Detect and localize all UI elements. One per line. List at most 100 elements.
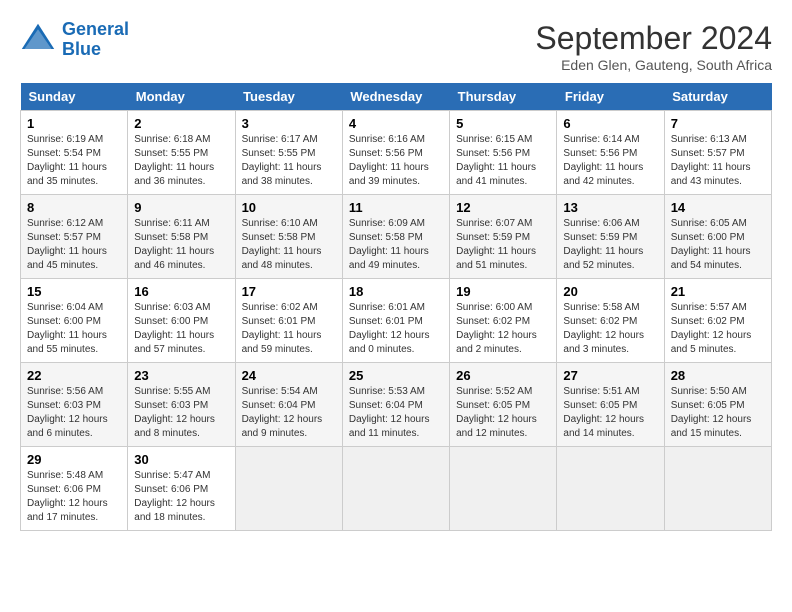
day-number: 9 (134, 200, 228, 215)
calendar-cell: 10 Sunrise: 6:10 AM Sunset: 5:58 PM Dayl… (235, 195, 342, 279)
calendar-week-4: 22 Sunrise: 5:56 AM Sunset: 6:03 PM Dayl… (21, 363, 772, 447)
day-number: 16 (134, 284, 228, 299)
day-info: Sunrise: 5:58 AM Sunset: 6:02 PM Dayligh… (563, 301, 657, 357)
day-number: 2 (134, 116, 228, 131)
day-info: Sunrise: 6:12 AM Sunset: 5:57 PM Dayligh… (27, 217, 121, 273)
day-info: Sunrise: 6:02 AM Sunset: 6:01 PM Dayligh… (242, 301, 336, 357)
day-info: Sunrise: 6:09 AM Sunset: 5:58 PM Dayligh… (349, 217, 443, 273)
calendar-cell: 28 Sunrise: 5:50 AM Sunset: 6:05 PM Dayl… (664, 363, 771, 447)
day-number: 17 (242, 284, 336, 299)
day-info: Sunrise: 6:06 AM Sunset: 5:59 PM Dayligh… (563, 217, 657, 273)
logo-line1: General (62, 19, 129, 39)
calendar-header: SundayMondayTuesdayWednesdayThursdayFrid… (21, 83, 772, 111)
calendar-cell (557, 447, 664, 531)
calendar-week-2: 8 Sunrise: 6:12 AM Sunset: 5:57 PM Dayli… (21, 195, 772, 279)
calendar-cell: 7 Sunrise: 6:13 AM Sunset: 5:57 PM Dayli… (664, 111, 771, 195)
calendar-week-5: 29 Sunrise: 5:48 AM Sunset: 6:06 PM Dayl… (21, 447, 772, 531)
calendar-cell: 17 Sunrise: 6:02 AM Sunset: 6:01 PM Dayl… (235, 279, 342, 363)
calendar-cell: 19 Sunrise: 6:00 AM Sunset: 6:02 PM Dayl… (450, 279, 557, 363)
day-info: Sunrise: 5:47 AM Sunset: 6:06 PM Dayligh… (134, 469, 228, 525)
logo-line2: Blue (62, 40, 129, 60)
day-info: Sunrise: 5:57 AM Sunset: 6:02 PM Dayligh… (671, 301, 765, 357)
day-number: 1 (27, 116, 121, 131)
calendar-cell: 15 Sunrise: 6:04 AM Sunset: 6:00 PM Dayl… (21, 279, 128, 363)
calendar-cell: 20 Sunrise: 5:58 AM Sunset: 6:02 PM Dayl… (557, 279, 664, 363)
calendar-week-3: 15 Sunrise: 6:04 AM Sunset: 6:00 PM Dayl… (21, 279, 772, 363)
day-info: Sunrise: 6:15 AM Sunset: 5:56 PM Dayligh… (456, 133, 550, 189)
day-info: Sunrise: 6:19 AM Sunset: 5:54 PM Dayligh… (27, 133, 121, 189)
calendar-cell: 12 Sunrise: 6:07 AM Sunset: 5:59 PM Dayl… (450, 195, 557, 279)
day-number: 22 (27, 368, 121, 383)
calendar-cell: 8 Sunrise: 6:12 AM Sunset: 5:57 PM Dayli… (21, 195, 128, 279)
day-number: 20 (563, 284, 657, 299)
calendar-cell (235, 447, 342, 531)
calendar-cell: 9 Sunrise: 6:11 AM Sunset: 5:58 PM Dayli… (128, 195, 235, 279)
calendar-cell: 5 Sunrise: 6:15 AM Sunset: 5:56 PM Dayli… (450, 111, 557, 195)
calendar-cell (342, 447, 449, 531)
header: General Blue September 2024 Eden Glen, G… (20, 20, 772, 73)
day-number: 24 (242, 368, 336, 383)
day-number: 10 (242, 200, 336, 215)
header-row: SundayMondayTuesdayWednesdayThursdayFrid… (21, 83, 772, 111)
calendar-table: SundayMondayTuesdayWednesdayThursdayFrid… (20, 83, 772, 531)
day-number: 5 (456, 116, 550, 131)
day-info: Sunrise: 6:01 AM Sunset: 6:01 PM Dayligh… (349, 301, 443, 357)
calendar-cell: 29 Sunrise: 5:48 AM Sunset: 6:06 PM Dayl… (21, 447, 128, 531)
day-info: Sunrise: 5:52 AM Sunset: 6:05 PM Dayligh… (456, 385, 550, 441)
day-info: Sunrise: 6:03 AM Sunset: 6:00 PM Dayligh… (134, 301, 228, 357)
day-info: Sunrise: 6:18 AM Sunset: 5:55 PM Dayligh… (134, 133, 228, 189)
day-number: 12 (456, 200, 550, 215)
day-info: Sunrise: 6:16 AM Sunset: 5:56 PM Dayligh… (349, 133, 443, 189)
calendar-cell: 2 Sunrise: 6:18 AM Sunset: 5:55 PM Dayli… (128, 111, 235, 195)
day-number: 21 (671, 284, 765, 299)
day-info: Sunrise: 6:13 AM Sunset: 5:57 PM Dayligh… (671, 133, 765, 189)
day-number: 30 (134, 452, 228, 467)
calendar-cell: 3 Sunrise: 6:17 AM Sunset: 5:55 PM Dayli… (235, 111, 342, 195)
day-info: Sunrise: 5:50 AM Sunset: 6:05 PM Dayligh… (671, 385, 765, 441)
day-number: 25 (349, 368, 443, 383)
day-number: 19 (456, 284, 550, 299)
calendar-cell: 6 Sunrise: 6:14 AM Sunset: 5:56 PM Dayli… (557, 111, 664, 195)
day-number: 6 (563, 116, 657, 131)
day-info: Sunrise: 5:55 AM Sunset: 6:03 PM Dayligh… (134, 385, 228, 441)
day-number: 3 (242, 116, 336, 131)
header-sunday: Sunday (21, 83, 128, 111)
calendar-cell: 25 Sunrise: 5:53 AM Sunset: 6:04 PM Dayl… (342, 363, 449, 447)
calendar-cell: 14 Sunrise: 6:05 AM Sunset: 6:00 PM Dayl… (664, 195, 771, 279)
logo-icon (20, 22, 56, 58)
calendar-cell: 24 Sunrise: 5:54 AM Sunset: 6:04 PM Dayl… (235, 363, 342, 447)
day-info: Sunrise: 6:17 AM Sunset: 5:55 PM Dayligh… (242, 133, 336, 189)
header-wednesday: Wednesday (342, 83, 449, 111)
calendar-cell: 21 Sunrise: 5:57 AM Sunset: 6:02 PM Dayl… (664, 279, 771, 363)
calendar-cell: 16 Sunrise: 6:03 AM Sunset: 6:00 PM Dayl… (128, 279, 235, 363)
calendar-cell: 4 Sunrise: 6:16 AM Sunset: 5:56 PM Dayli… (342, 111, 449, 195)
month-title: September 2024 (535, 20, 772, 57)
subtitle: Eden Glen, Gauteng, South Africa (535, 57, 772, 73)
day-info: Sunrise: 5:56 AM Sunset: 6:03 PM Dayligh… (27, 385, 121, 441)
calendar-cell: 30 Sunrise: 5:47 AM Sunset: 6:06 PM Dayl… (128, 447, 235, 531)
header-tuesday: Tuesday (235, 83, 342, 111)
calendar-cell (664, 447, 771, 531)
calendar-cell: 27 Sunrise: 5:51 AM Sunset: 6:05 PM Dayl… (557, 363, 664, 447)
header-thursday: Thursday (450, 83, 557, 111)
header-monday: Monday (128, 83, 235, 111)
day-number: 26 (456, 368, 550, 383)
calendar-week-1: 1 Sunrise: 6:19 AM Sunset: 5:54 PM Dayli… (21, 111, 772, 195)
calendar-cell: 13 Sunrise: 6:06 AM Sunset: 5:59 PM Dayl… (557, 195, 664, 279)
day-info: Sunrise: 6:10 AM Sunset: 5:58 PM Dayligh… (242, 217, 336, 273)
calendar-cell (450, 447, 557, 531)
day-number: 28 (671, 368, 765, 383)
calendar-cell: 22 Sunrise: 5:56 AM Sunset: 6:03 PM Dayl… (21, 363, 128, 447)
calendar-body: 1 Sunrise: 6:19 AM Sunset: 5:54 PM Dayli… (21, 111, 772, 531)
logo-text: General Blue (62, 20, 129, 60)
calendar-cell: 1 Sunrise: 6:19 AM Sunset: 5:54 PM Dayli… (21, 111, 128, 195)
day-number: 7 (671, 116, 765, 131)
day-info: Sunrise: 6:00 AM Sunset: 6:02 PM Dayligh… (456, 301, 550, 357)
day-info: Sunrise: 6:11 AM Sunset: 5:58 PM Dayligh… (134, 217, 228, 273)
day-info: Sunrise: 5:48 AM Sunset: 6:06 PM Dayligh… (27, 469, 121, 525)
day-number: 11 (349, 200, 443, 215)
header-saturday: Saturday (664, 83, 771, 111)
day-info: Sunrise: 6:14 AM Sunset: 5:56 PM Dayligh… (563, 133, 657, 189)
day-info: Sunrise: 6:07 AM Sunset: 5:59 PM Dayligh… (456, 217, 550, 273)
calendar-cell: 18 Sunrise: 6:01 AM Sunset: 6:01 PM Dayl… (342, 279, 449, 363)
